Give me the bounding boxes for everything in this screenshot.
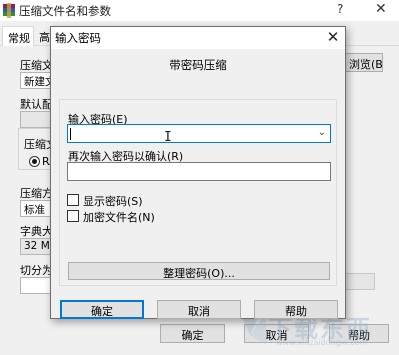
browse-button[interactable]: 浏览(B)... (345, 53, 383, 72)
show-password-checkbox[interactable] (67, 194, 79, 206)
close-window-button[interactable]: ✕ (375, 1, 387, 17)
help-icon-button[interactable]: ? (337, 2, 343, 16)
text-cursor-icon: I (164, 130, 172, 145)
enter-password-titlebar: 输入密码 ✕ (51, 27, 345, 49)
compression-method-select[interactable]: 标准 (20, 200, 52, 217)
split-volumes-input[interactable] (20, 277, 52, 294)
rar-format-radio[interactable] (29, 156, 40, 167)
archive-with-password-heading: 带密码压缩 (169, 58, 227, 72)
encrypt-filenames-label[interactable]: 加密文件名(N) (83, 209, 155, 225)
compression-method-label: 压缩方 (20, 187, 53, 200)
winrar-app-icon (3, 3, 15, 18)
organize-passwords-button[interactable]: 整理密码(O)... (68, 262, 330, 280)
show-password-label[interactable]: 显示密码(S) (83, 193, 143, 209)
enter-password-dialog: 输入密码 ✕ 带密码压缩 输入密码(E) ⌄ I 再次输入密码以确认(R) 显示… (50, 26, 346, 319)
profiles-button[interactable] (20, 111, 52, 128)
archive-name-label: 压缩文 (20, 59, 53, 72)
text-caret (70, 128, 71, 140)
default-profile-label: 默认配 (20, 98, 53, 111)
password-ok-button[interactable]: 确定 (60, 300, 144, 319)
split-volumes-label: 切分为 (20, 264, 53, 277)
watermark-url: www.xiazaidongxi.com (276, 338, 368, 347)
dictionary-size-label: 字典大 (20, 225, 53, 238)
enter-password-combobox[interactable]: ⌄ (67, 124, 331, 143)
dictionary-size-select[interactable]: 32 MB (20, 238, 52, 255)
archive-name-input[interactable]: 新建文 (20, 72, 52, 89)
archive-parameters-title: 压缩文件名和参数 (19, 4, 111, 18)
ok-button[interactable]: 确定 (160, 324, 225, 343)
update-mode-select[interactable] (345, 273, 375, 290)
chevron-down-icon[interactable]: ⌄ (318, 127, 326, 138)
password-help-button[interactable]: 帮助 (254, 300, 338, 319)
password-cancel-button[interactable]: 取消 (157, 300, 241, 319)
archive-parameters-titlebar: 压缩文件名和参数 ? ✕ (0, 0, 399, 21)
tab-general[interactable]: 常规 (2, 26, 34, 46)
encrypt-filenames-checkbox[interactable] (67, 210, 79, 222)
enter-password-title: 输入密码 (55, 31, 101, 45)
reenter-password-input[interactable] (67, 162, 331, 181)
close-icon[interactable]: ✕ (324, 28, 342, 46)
